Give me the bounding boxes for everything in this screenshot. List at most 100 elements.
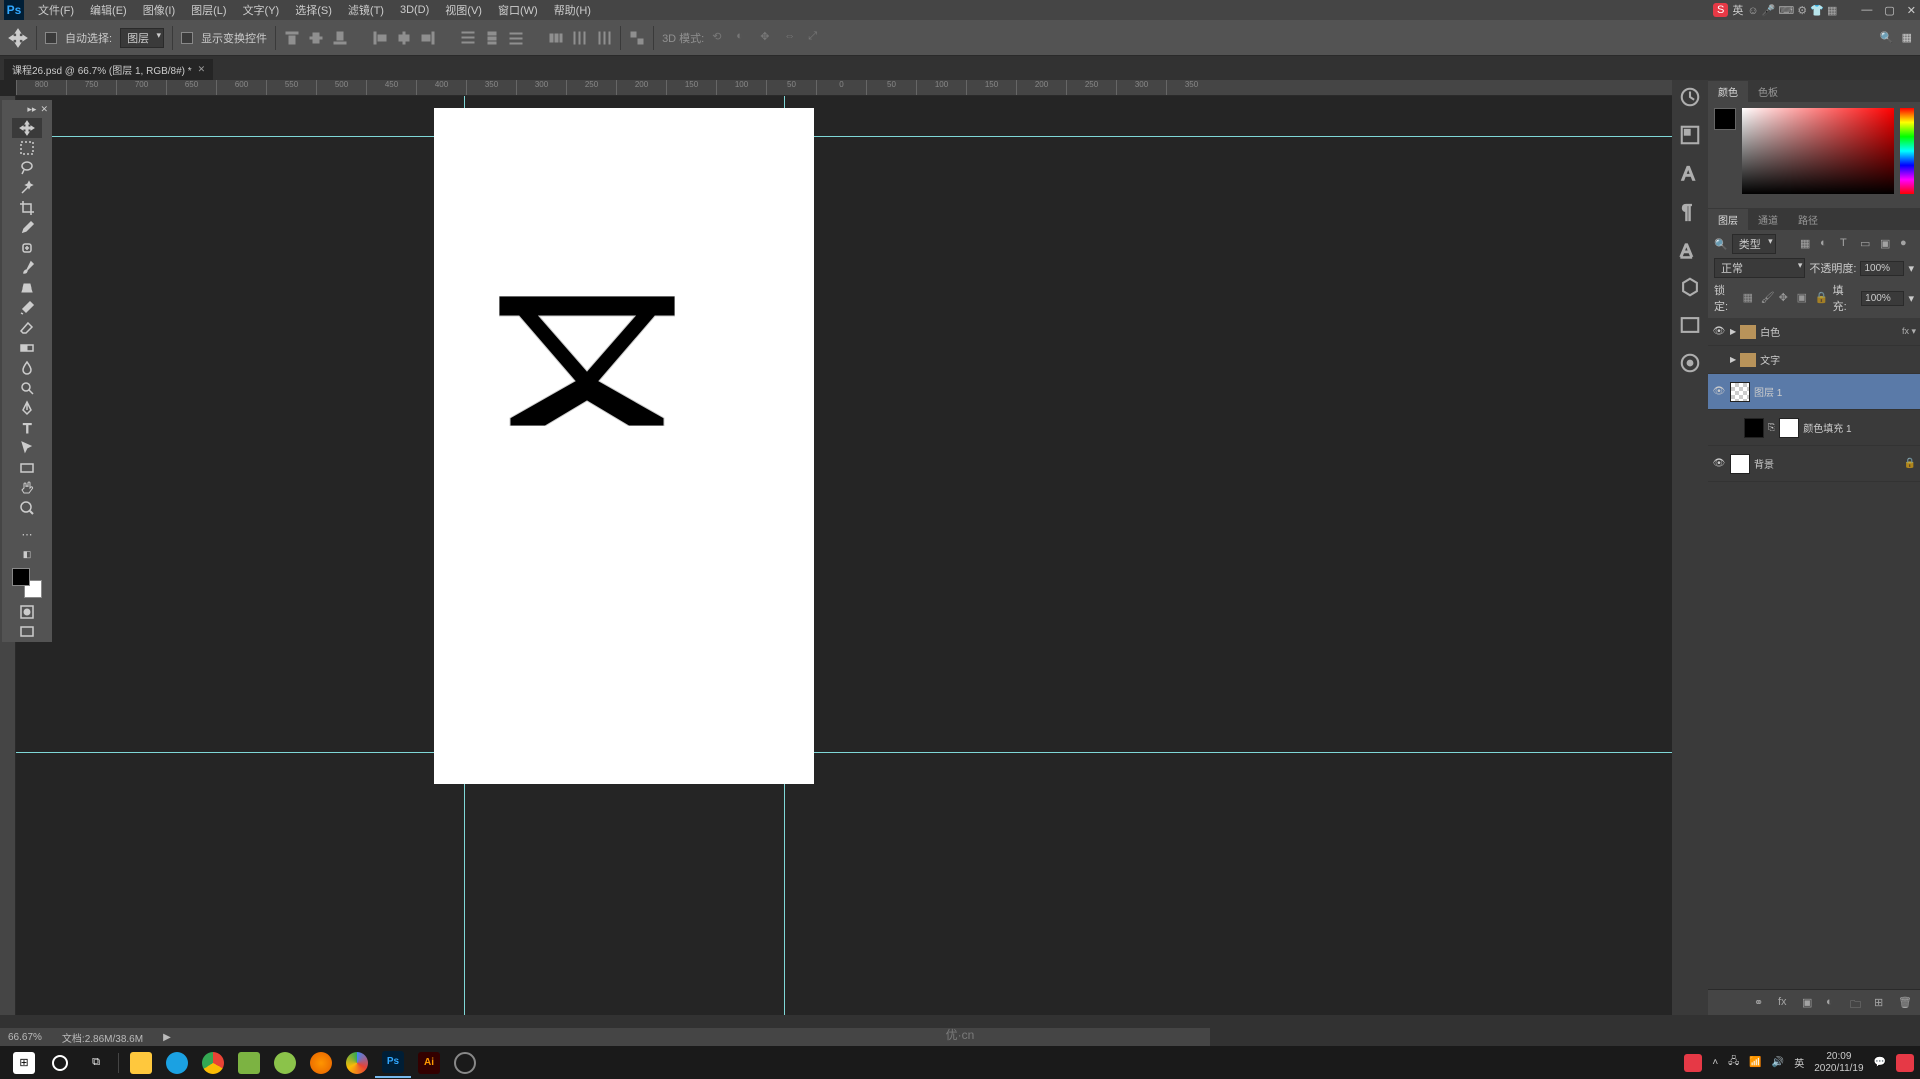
cortana-button[interactable] bbox=[42, 1048, 78, 1078]
guide-horizontal[interactable] bbox=[16, 136, 1672, 137]
layer-row-background[interactable]: 👁 背景 🔒 bbox=[1708, 446, 1920, 482]
layer-name[interactable]: 图层 1 bbox=[1754, 384, 1916, 399]
properties-panel-icon[interactable] bbox=[1679, 124, 1701, 146]
ime-lang[interactable]: 英 bbox=[1732, 2, 1743, 18]
crop-tool[interactable] bbox=[12, 198, 42, 218]
magic-wand-tool[interactable] bbox=[12, 178, 42, 198]
layer-name[interactable]: 白色 bbox=[1760, 324, 1898, 339]
tray-battery-icon[interactable]: 🖧 bbox=[1728, 1054, 1739, 1071]
eraser-tool[interactable] bbox=[12, 318, 42, 338]
zoom-level[interactable]: 66.67% bbox=[8, 1032, 42, 1043]
menu-file[interactable]: 文件(F) bbox=[30, 2, 82, 18]
dodge-tool[interactable] bbox=[12, 378, 42, 398]
filter-adjust-icon[interactable]: ◐ bbox=[1820, 237, 1834, 251]
glyphs-panel-icon[interactable]: A̲ bbox=[1679, 238, 1701, 260]
align-hcenter-icon[interactable] bbox=[396, 30, 412, 46]
ime-indicator[interactable]: S bbox=[1713, 3, 1728, 17]
menu-3d[interactable]: 3D(D) bbox=[392, 4, 437, 16]
document-tab[interactable]: 课程26.psd @ 66.7% (图层 1, RGB/8#) * ✕ bbox=[4, 59, 213, 80]
layer-row[interactable]: ▶ 文字 bbox=[1708, 346, 1920, 374]
filter-pixel-icon[interactable]: ▦ bbox=[1800, 237, 1814, 251]
align-vcenter-icon[interactable] bbox=[308, 30, 324, 46]
app-taskbar-1[interactable] bbox=[159, 1048, 195, 1078]
lock-transparent-icon[interactable]: ▦ bbox=[1743, 291, 1757, 305]
distribute-vcenter-icon[interactable] bbox=[484, 30, 500, 46]
ime-taskbar-icon-2[interactable] bbox=[1896, 1054, 1914, 1072]
healing-tool[interactable] bbox=[12, 238, 42, 258]
menu-view[interactable]: 视图(V) bbox=[437, 2, 490, 18]
foreground-swatch[interactable] bbox=[12, 568, 30, 586]
color-field[interactable] bbox=[1742, 108, 1894, 194]
tray-chevron-icon[interactable]: ˄ bbox=[1712, 1057, 1718, 1068]
folder-chevron-icon[interactable]: ▶ bbox=[1730, 355, 1736, 364]
lock-position-icon[interactable]: ✥ bbox=[1779, 291, 1793, 305]
lock-all-icon[interactable]: 🔒 bbox=[1815, 291, 1829, 305]
menu-type[interactable]: 文字(Y) bbox=[235, 2, 288, 18]
visibility-toggle[interactable]: 👁 bbox=[1712, 458, 1726, 469]
system-clock[interactable]: 20:09 2020/11/19 bbox=[1814, 1051, 1863, 1075]
history-panel-icon[interactable] bbox=[1679, 86, 1701, 108]
blur-tool[interactable] bbox=[12, 358, 42, 378]
auto-align-icon[interactable] bbox=[629, 30, 645, 46]
character-panel-icon[interactable]: A bbox=[1679, 162, 1701, 184]
move-tool-icon[interactable] bbox=[8, 28, 28, 48]
clone-stamp-tool[interactable] bbox=[12, 278, 42, 298]
rectangle-tool[interactable] bbox=[12, 458, 42, 478]
brush-tool[interactable] bbox=[12, 258, 42, 278]
minimize-button[interactable]: — bbox=[1861, 4, 1872, 17]
hue-slider[interactable] bbox=[1900, 108, 1914, 194]
blend-mode-dropdown[interactable]: 正常 bbox=[1714, 258, 1805, 278]
app-taskbar-3[interactable] bbox=[267, 1048, 303, 1078]
distribute-left-icon[interactable] bbox=[548, 30, 564, 46]
screen-mode-tool[interactable] bbox=[12, 622, 42, 642]
quick-mask-tool[interactable] bbox=[12, 602, 42, 622]
app-taskbar-4[interactable] bbox=[339, 1048, 375, 1078]
distribute-right-icon[interactable] bbox=[596, 30, 612, 46]
horizontal-ruler[interactable]: 800 750 700 650 600 550 500 450 400 350 … bbox=[16, 80, 1672, 96]
path-select-tool[interactable] bbox=[12, 438, 42, 458]
layer-mask-icon[interactable]: ▣ bbox=[1802, 996, 1816, 1010]
menu-edit[interactable]: 编辑(E) bbox=[82, 2, 135, 18]
firefox-taskbar[interactable] bbox=[303, 1048, 339, 1078]
workspace-icon[interactable]: ▦ bbox=[1902, 31, 1912, 44]
file-explorer-taskbar[interactable] bbox=[123, 1048, 159, 1078]
pen-tool[interactable] bbox=[12, 398, 42, 418]
folder-chevron-icon[interactable]: ▶ bbox=[1730, 327, 1736, 336]
tray-language-icon[interactable]: 英 bbox=[1794, 1055, 1804, 1070]
show-transform-checkbox[interactable] bbox=[181, 32, 193, 44]
lock-pixels-icon[interactable]: 🖌 bbox=[1761, 291, 1775, 305]
edit-toolbar-icon[interactable]: ⋯ bbox=[12, 524, 42, 544]
tab-close-icon[interactable]: ✕ bbox=[198, 64, 206, 75]
filter-toggle-icon[interactable]: ● bbox=[1900, 237, 1914, 251]
visibility-toggle[interactable]: 👁 bbox=[1712, 326, 1726, 337]
paragraph-panel-icon[interactable]: ¶ bbox=[1679, 200, 1701, 222]
color-swatches[interactable] bbox=[12, 568, 42, 598]
zoom-tool[interactable] bbox=[12, 498, 42, 518]
align-left-icon[interactable] bbox=[372, 30, 388, 46]
new-group-icon[interactable]: 🗀 bbox=[1850, 996, 1864, 1010]
layer-thumbnail[interactable] bbox=[1730, 454, 1750, 474]
layer-row[interactable]: ⎘ 颜色填充 1 bbox=[1708, 410, 1920, 446]
auto-select-checkbox[interactable] bbox=[45, 32, 57, 44]
layers-tab[interactable]: 图层 bbox=[1708, 209, 1748, 230]
adjustment-layer-icon[interactable]: ◐ bbox=[1826, 996, 1840, 1010]
menu-layer[interactable]: 图层(L) bbox=[183, 2, 234, 18]
align-bottom-icon[interactable] bbox=[332, 30, 348, 46]
canvas[interactable]: ▸ bbox=[434, 108, 814, 784]
canvas-viewport[interactable]: ▸ bbox=[16, 96, 1672, 1015]
type-tool[interactable]: T bbox=[12, 418, 42, 438]
move-tool[interactable] bbox=[12, 118, 42, 138]
menu-image[interactable]: 图像(I) bbox=[135, 2, 183, 18]
distribute-hcenter-icon[interactable] bbox=[572, 30, 588, 46]
status-chevron-icon[interactable]: ▶ bbox=[163, 1032, 171, 1043]
default-colors-icon[interactable]: ◧ bbox=[12, 544, 42, 564]
fill-field[interactable]: 100% bbox=[1861, 291, 1904, 306]
maximize-button[interactable]: ▢ bbox=[1884, 4, 1894, 17]
chrome-taskbar[interactable] bbox=[195, 1048, 231, 1078]
ime-taskbar-icon[interactable] bbox=[1684, 1054, 1702, 1072]
tray-network-icon[interactable]: 📶 bbox=[1749, 1057, 1761, 1068]
notifications-icon[interactable]: 💬 bbox=[1874, 1057, 1886, 1068]
search-icon[interactable]: 🔍 bbox=[1880, 31, 1894, 44]
hand-tool[interactable] bbox=[12, 478, 42, 498]
layer-style-icon[interactable]: fx bbox=[1778, 996, 1792, 1010]
